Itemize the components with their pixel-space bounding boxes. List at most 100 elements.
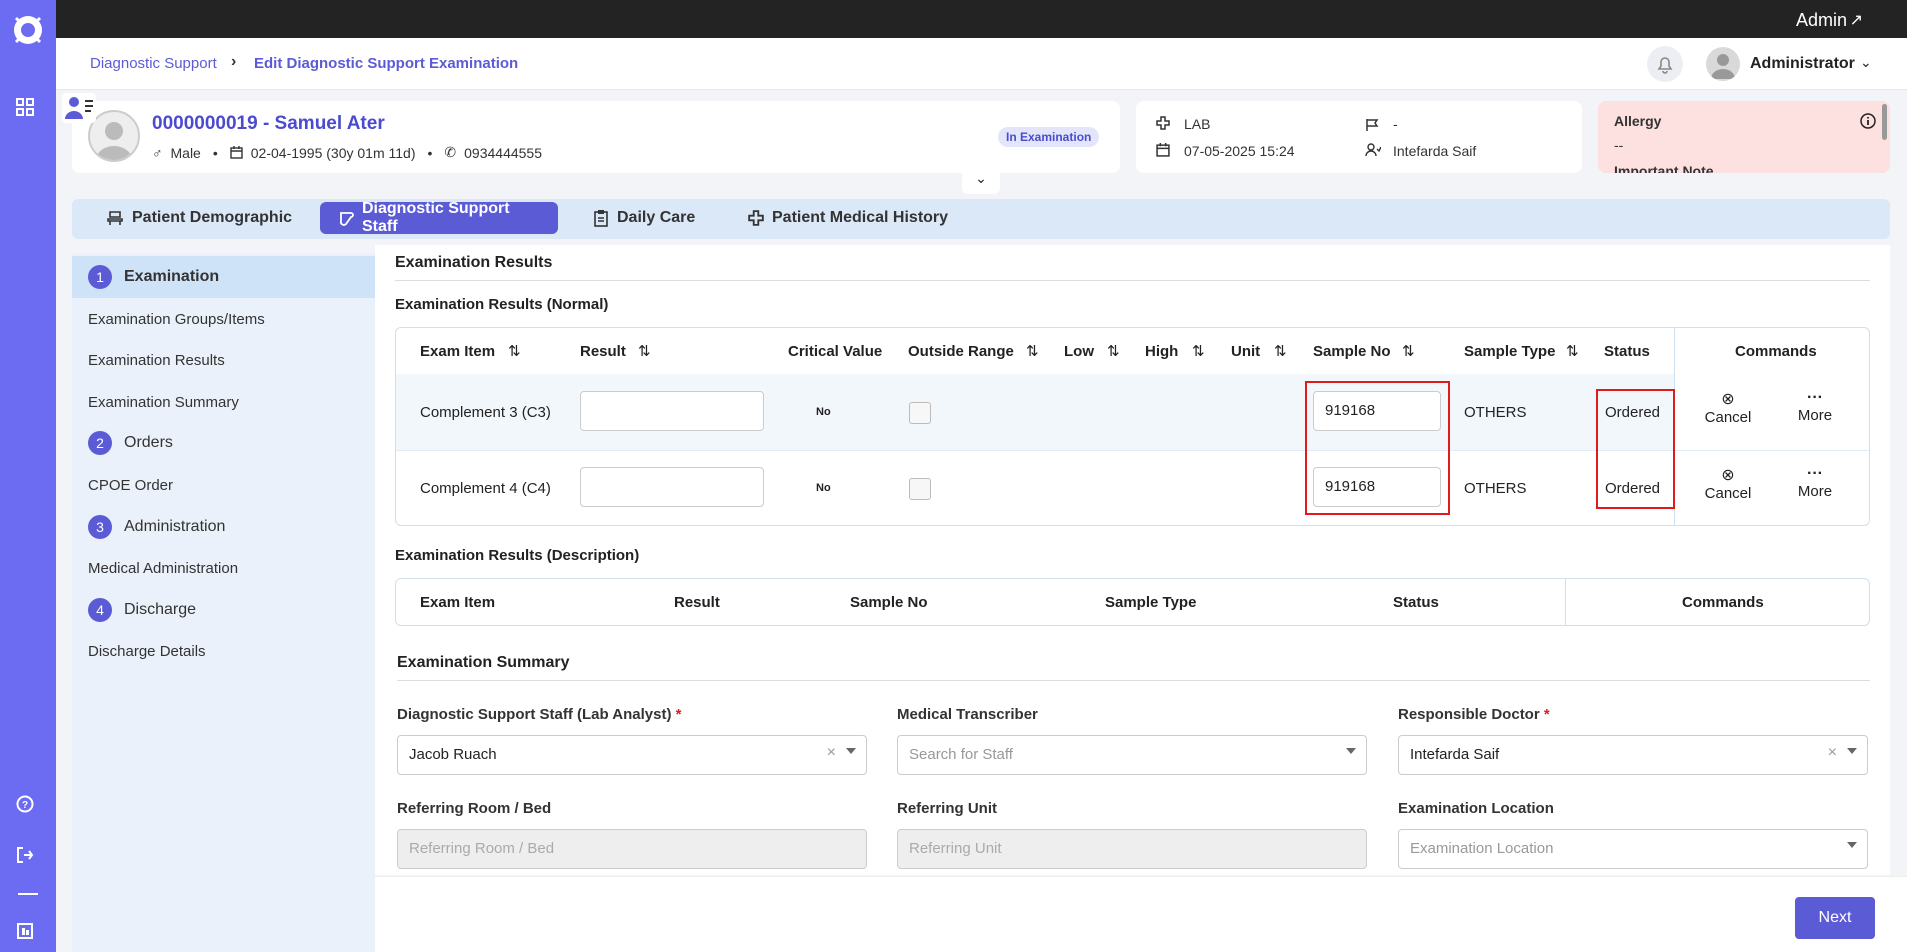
apps-grid-icon[interactable] xyxy=(16,98,34,116)
row1-sample-type: OTHERS xyxy=(1464,404,1527,421)
help-icon[interactable]: ? xyxy=(16,795,34,813)
location-select[interactable]: Examination Location xyxy=(1398,829,1868,869)
clear-icon[interactable]: × xyxy=(1828,744,1837,762)
clipboard-icon xyxy=(593,209,609,227)
visit-flag: - xyxy=(1393,116,1398,132)
more-label: More xyxy=(1797,483,1833,500)
app-logo[interactable] xyxy=(10,10,46,50)
transcriber-label: Medical Transcriber xyxy=(897,706,1038,723)
more-dots-icon: ··· xyxy=(1807,465,1823,482)
required-mark: * xyxy=(1543,706,1550,723)
patient-info-line: ♂ Male • 02-04-1995 (30y 01m 11d) • ✆ 09… xyxy=(152,144,542,161)
tab-label: Patient Medical History xyxy=(772,209,949,226)
tab-label: Diagnostic Support Staff xyxy=(362,200,510,235)
scrollbar[interactable] xyxy=(1882,104,1887,140)
doctor-select[interactable]: Intefarda Saif × xyxy=(1398,735,1868,775)
room-input[interactable]: Referring Room / Bed xyxy=(397,829,867,869)
visit-doctor: Intefarda Saif xyxy=(1393,143,1477,159)
col-status: Status xyxy=(1604,343,1650,360)
medical-cross-icon xyxy=(1156,116,1170,130)
step-administration[interactable]: 3 Administration xyxy=(88,515,225,539)
separator-dot: • xyxy=(212,144,218,161)
notification-bell-icon[interactable] xyxy=(1647,46,1683,82)
section-title-summary: Examination Summary xyxy=(397,654,570,671)
sort-icon[interactable]: ⇅ xyxy=(508,342,521,360)
user-name[interactable]: Administrator xyxy=(1750,55,1855,73)
col-unit: Unit xyxy=(1231,343,1261,360)
row1-result-input[interactable] xyxy=(580,391,764,431)
breadcrumb-diagnostic-support[interactable]: Diagnostic Support xyxy=(90,55,217,72)
tab-patient-demographic[interactable]: Patient Demographic xyxy=(88,202,310,234)
rail-divider xyxy=(18,893,38,895)
highlight-sample-no xyxy=(1305,381,1450,515)
step-label: Discharge xyxy=(124,601,197,618)
doctor-label: Responsible Doctor * xyxy=(1398,706,1550,723)
external-link-icon[interactable]: ↗ xyxy=(1850,10,1863,30)
dropdown-arrow-icon xyxy=(1847,748,1857,754)
medical-cross-icon xyxy=(748,210,764,226)
clear-icon[interactable]: × xyxy=(827,744,836,762)
row1-more-button[interactable]: ··· More xyxy=(1789,389,1841,424)
substep-exam-results[interactable]: Examination Results xyxy=(88,352,225,369)
cancel-label: Cancel xyxy=(1704,409,1752,426)
substep-medical-administration[interactable]: Medical Administration xyxy=(88,560,238,577)
step-number: 2 xyxy=(88,431,112,455)
collapse-header-button[interactable]: ⌄ xyxy=(962,170,1000,194)
step-examination[interactable]: 1 Examination xyxy=(88,265,219,289)
top-bar: Admin ↗ xyxy=(0,0,1907,38)
doctor-value: Intefarda Saif xyxy=(1410,746,1500,763)
chevron-down-icon: ⌄ xyxy=(975,170,987,186)
section-title-results: Examination Results xyxy=(395,254,553,271)
step-orders[interactable]: 2 Orders xyxy=(88,431,173,455)
cancel-label: Cancel xyxy=(1704,485,1752,502)
staff-card-icon[interactable] xyxy=(62,93,96,123)
row1-exam-item: Complement 3 (C3) xyxy=(420,404,551,421)
tab-diagnostic-support-staff[interactable]: Diagnostic Support Staff xyxy=(320,200,558,235)
admin-label[interactable]: Admin xyxy=(1796,10,1847,31)
step-discharge[interactable]: 4 Discharge xyxy=(88,598,196,622)
subsection-title-description: Examination Results (Description) xyxy=(395,547,640,564)
sort-icon[interactable]: ⇅ xyxy=(1026,342,1039,360)
desc-col-status: Status xyxy=(1393,594,1439,611)
col-exam-item: Exam Item xyxy=(420,343,496,360)
user-avatar[interactable] xyxy=(1706,47,1740,81)
step-number: 3 xyxy=(88,515,112,539)
substep-discharge-details[interactable]: Discharge Details xyxy=(88,643,206,660)
sort-icon[interactable]: ⇅ xyxy=(1274,342,1287,360)
substep-cpoe-order[interactable]: CPOE Order xyxy=(88,477,173,494)
row2-result-input[interactable] xyxy=(580,467,764,507)
sort-icon[interactable]: ⇅ xyxy=(1566,342,1579,360)
sort-icon[interactable]: ⇅ xyxy=(638,342,651,360)
breadcrumb-current: Edit Diagnostic Support Examination xyxy=(254,55,519,72)
divider xyxy=(397,680,1870,681)
logout-icon[interactable] xyxy=(16,846,34,864)
row2-cancel-button[interactable]: ⊗ Cancel xyxy=(1700,465,1756,502)
row1-outside-range-checkbox[interactable] xyxy=(909,402,931,424)
staff-select[interactable]: Jacob Ruach × xyxy=(397,735,867,775)
visit-datetime: 07-05-2025 15:24 xyxy=(1184,143,1295,159)
sort-icon[interactable]: ⇅ xyxy=(1192,342,1205,360)
substep-exam-groups[interactable]: Examination Groups/Items xyxy=(88,311,265,328)
row2-outside-range-checkbox[interactable] xyxy=(909,478,931,500)
chevron-down-icon[interactable]: ⌄ xyxy=(1860,54,1872,71)
col-sample-type: Sample Type xyxy=(1464,343,1556,360)
row1-critical-value: No xyxy=(816,406,831,418)
info-icon[interactable] xyxy=(1860,113,1876,129)
row1-cancel-button[interactable]: ⊗ Cancel xyxy=(1700,389,1756,426)
next-button[interactable]: Next xyxy=(1795,897,1875,939)
report-icon[interactable] xyxy=(16,922,34,940)
dropdown-arrow-icon xyxy=(846,748,856,754)
substep-exam-summary[interactable]: Examination Summary xyxy=(88,394,239,411)
row2-more-button[interactable]: ··· More xyxy=(1789,465,1841,500)
allergy-card: Allergy -- Important Note xyxy=(1598,101,1890,173)
sort-icon[interactable]: ⇅ xyxy=(1107,342,1120,360)
unit-input[interactable]: Referring Unit xyxy=(897,829,1367,869)
tab-patient-medical-history[interactable]: Patient Medical History xyxy=(730,202,966,234)
subsection-title-normal: Examination Results (Normal) xyxy=(395,296,609,313)
important-note-label: Important Note xyxy=(1614,163,1714,173)
sort-icon[interactable]: ⇅ xyxy=(1402,342,1415,360)
unit-placeholder: Referring Unit xyxy=(909,840,1002,857)
desc-col-commands: Commands xyxy=(1682,594,1764,611)
transcriber-select[interactable]: Search for Staff xyxy=(897,735,1367,775)
tab-daily-care[interactable]: Daily Care xyxy=(575,202,713,234)
